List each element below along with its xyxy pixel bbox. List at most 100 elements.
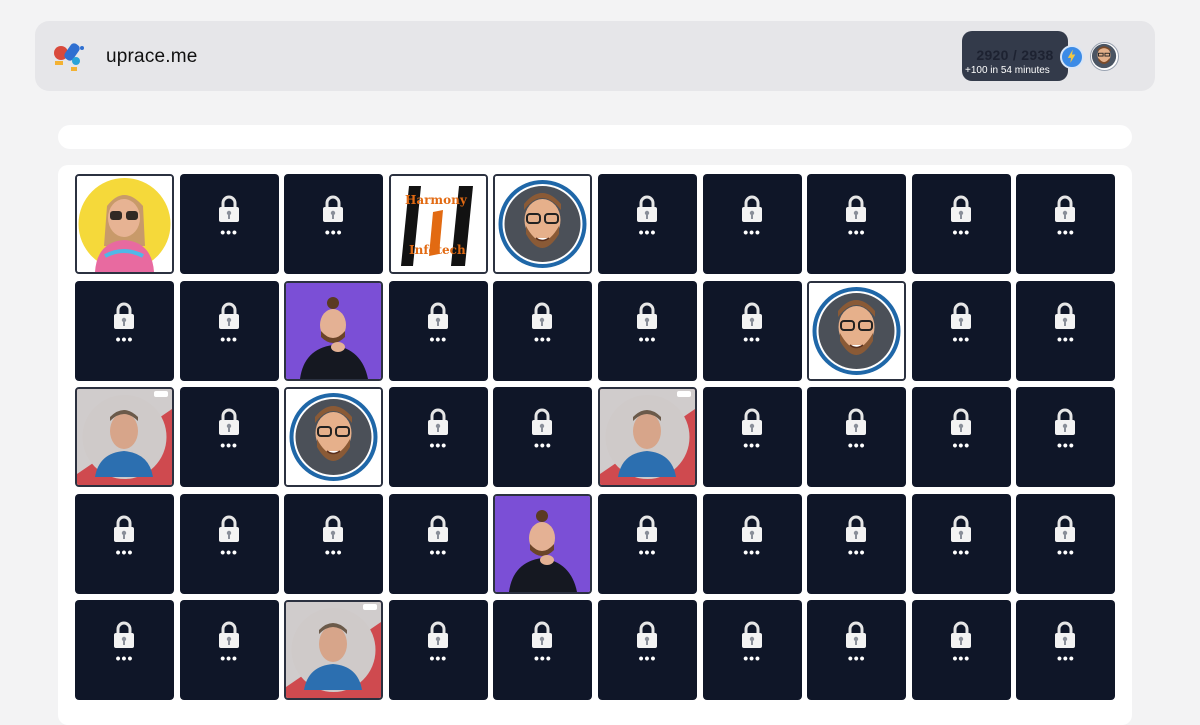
more-dots: ••• — [743, 437, 761, 453]
more-dots: ••• — [220, 437, 238, 453]
locked-tile[interactable]: ••• — [179, 600, 279, 700]
locked-tile[interactable]: ••• — [284, 493, 384, 594]
locked-tile[interactable]: ••• — [75, 493, 174, 594]
lock-icon — [532, 408, 553, 435]
lock-icon — [846, 408, 867, 435]
more-dots: ••• — [743, 543, 761, 560]
locked-tile[interactable]: ••• — [598, 600, 697, 700]
unlocked-tile-photo-man-red[interactable] — [75, 387, 174, 487]
user-avatar[interactable] — [1090, 42, 1119, 71]
locked-tile[interactable]: ••• — [911, 280, 1011, 381]
locked-tile[interactable]: ••• — [493, 600, 593, 700]
unlocked-tile-logo-harmony[interactable]: Harmony Infotech — [388, 174, 488, 274]
more-dots: ••• — [429, 650, 448, 666]
locked-tile[interactable]: ••• — [807, 174, 907, 274]
locked-tile[interactable]: ••• — [807, 600, 907, 700]
infotech-text: Infotech — [409, 243, 466, 257]
lock-icon — [427, 408, 448, 435]
more-dots: ••• — [847, 224, 866, 240]
unlocked-tile-photo-man-red[interactable] — [284, 600, 384, 700]
locked-tile[interactable]: ••• — [388, 280, 488, 381]
more-dots: ••• — [952, 224, 971, 240]
locked-tile[interactable]: ••• — [911, 387, 1011, 487]
lightning-icon[interactable] — [1060, 45, 1084, 69]
locked-tile[interactable]: ••• — [702, 387, 802, 487]
unlocked-tile-avatar-memoji[interactable] — [807, 280, 907, 381]
unlocked-tile-photo-woman-yellow[interactable] — [75, 174, 174, 274]
locked-tile[interactable]: ••• — [388, 600, 488, 700]
score-value: 2920 / 2938 — [976, 47, 1054, 63]
locked-tile[interactable]: ••• — [702, 600, 802, 700]
more-dots: ••• — [115, 330, 134, 347]
unlocked-tile-photo-man-red[interactable] — [598, 387, 697, 487]
locked-tile[interactable]: ••• — [807, 493, 907, 594]
lock-icon — [532, 621, 553, 648]
locked-tile[interactable]: ••• — [702, 280, 802, 381]
locked-tile[interactable]: ••• — [598, 174, 697, 274]
unlocked-tile-avatar-memoji[interactable] — [493, 174, 593, 274]
brand-name[interactable]: uprace.me — [106, 46, 198, 68]
locked-tile[interactable]: ••• — [179, 387, 279, 487]
lock-icon — [218, 302, 239, 329]
locked-tile[interactable]: ••• — [493, 387, 593, 487]
more-dots: ••• — [952, 437, 971, 453]
locked-tile[interactable]: ••• — [1016, 387, 1116, 487]
lock-icon — [114, 302, 134, 329]
lock-icon — [114, 621, 134, 648]
more-dots: ••• — [115, 650, 134, 666]
unlocked-tile-avatar-memoji[interactable] — [284, 387, 384, 487]
lock-icon — [846, 621, 867, 648]
locked-tile[interactable]: ••• — [493, 280, 593, 381]
lock-icon — [950, 621, 971, 648]
more-dots: ••• — [847, 437, 866, 453]
rocket-logo-icon[interactable] — [49, 39, 89, 75]
locked-tile[interactable]: ••• — [911, 493, 1011, 594]
locked-tile[interactable]: ••• — [75, 280, 174, 381]
locked-tile[interactable]: ••• — [598, 493, 697, 594]
unlocked-tile-photo-man-purple[interactable] — [284, 280, 384, 381]
more-dots: ••• — [1057, 437, 1075, 453]
locked-tile[interactable]: ••• — [1016, 174, 1116, 274]
more-dots: ••• — [743, 650, 761, 666]
man-purple-photo — [495, 495, 591, 592]
lock-icon — [532, 302, 553, 329]
woman-yellow-photo — [77, 176, 172, 272]
lock-icon — [846, 515, 867, 542]
locked-tile[interactable]: ••• — [179, 280, 279, 381]
more-dots: ••• — [220, 650, 238, 666]
search-bar[interactable] — [58, 125, 1132, 149]
lock-icon — [1055, 195, 1076, 222]
locked-tile[interactable]: ••• — [911, 174, 1011, 274]
more-dots: ••• — [638, 330, 657, 347]
more-dots: ••• — [638, 650, 657, 666]
lock-icon — [741, 515, 762, 542]
more-dots: ••• — [952, 650, 971, 666]
more-dots: ••• — [952, 543, 971, 560]
unlocked-tile-photo-man-purple[interactable] — [493, 493, 593, 594]
locked-tile[interactable]: ••• — [598, 280, 697, 381]
lock-icon — [637, 195, 657, 222]
locked-tile[interactable]: ••• — [702, 493, 802, 594]
locked-tile[interactable]: ••• — [388, 387, 488, 487]
locked-tile[interactable]: ••• — [284, 174, 384, 274]
harmony-text: Harmony — [405, 193, 468, 207]
locked-tile[interactable]: ••• — [911, 600, 1011, 700]
lock-icon — [950, 515, 971, 542]
locked-tile[interactable]: ••• — [179, 493, 279, 594]
lock-icon — [950, 302, 971, 329]
lock-icon — [1055, 408, 1076, 435]
locked-tile[interactable]: ••• — [388, 493, 488, 594]
locked-tile[interactable]: ••• — [1016, 493, 1116, 594]
more-dots: ••• — [324, 543, 343, 560]
locked-tile[interactable]: ••• — [702, 174, 802, 274]
more-dots: ••• — [638, 224, 657, 240]
more-dots: ••• — [324, 224, 343, 240]
lock-icon — [741, 408, 762, 435]
locked-tile[interactable]: ••• — [75, 600, 174, 700]
locked-tile[interactable]: ••• — [807, 387, 907, 487]
locked-tile[interactable]: ••• — [179, 174, 279, 274]
score-panel[interactable]: 2920 / 2938 +100 in 54 minutes — [962, 31, 1068, 81]
locked-tile[interactable]: ••• — [1016, 280, 1116, 381]
locked-tile[interactable]: ••• — [1016, 600, 1116, 700]
memoji-avatar — [809, 282, 905, 379]
